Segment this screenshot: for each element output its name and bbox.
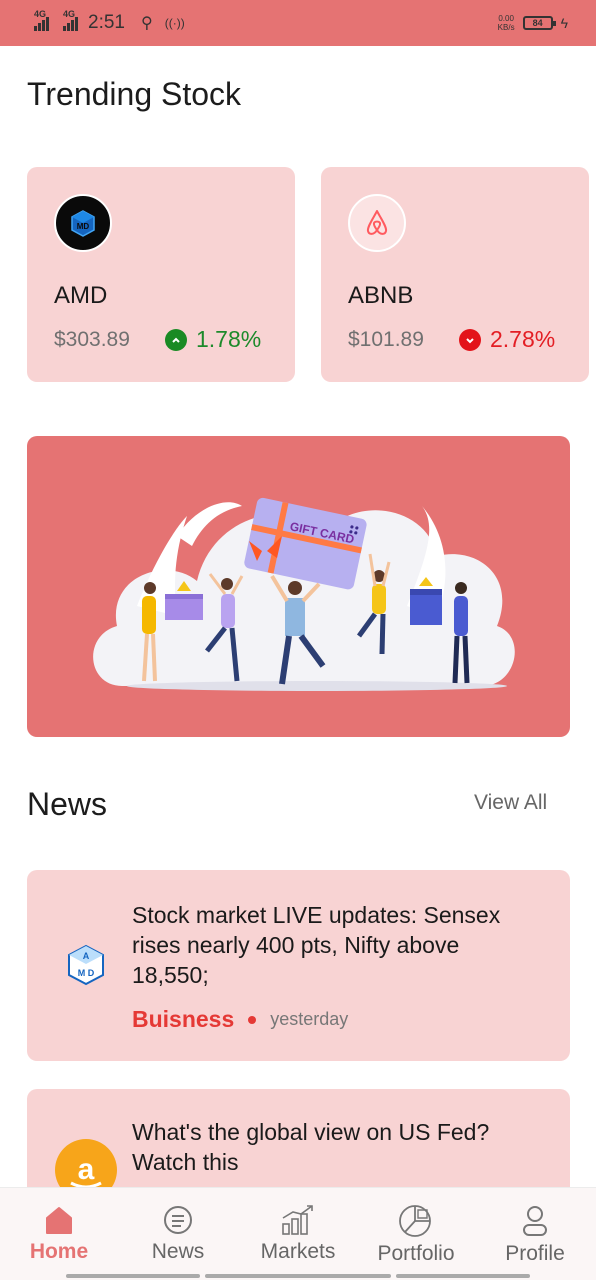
news-category: Buisness — [132, 1006, 235, 1032]
nav-home-label: Home — [29, 1240, 89, 1263]
hotspot-icon: ((·)) — [164, 16, 185, 30]
battery-level: 84 — [532, 18, 543, 28]
amd-cube-logo-icon: A M D — [67, 944, 105, 986]
network-type-label-2: 4G — [63, 9, 76, 19]
speed-unit: KB/s — [497, 23, 515, 32]
separator-dot — [248, 1015, 257, 1024]
stock-ticker: AMD — [54, 282, 108, 309]
nav-home[interactable]: Home — [4, 1204, 114, 1264]
news-title: What's the global view on US Fed? Watch … — [132, 1119, 490, 1175]
stock-price: $303.89 — [54, 328, 130, 351]
home-icon — [46, 1207, 72, 1234]
status-right: 0.00 KB/s 84 ϟ — [498, 14, 568, 32]
stock-change: 1.78% — [165, 326, 261, 353]
svg-text:MD: MD — [77, 222, 90, 231]
nav-portfolio-label: Portfolio — [377, 1242, 455, 1265]
bottom-navigation: Home News Markets Portfolio Profile — [0, 1187, 596, 1280]
view-all-link[interactable]: View All — [474, 791, 547, 815]
gesture-bar — [396, 1274, 530, 1278]
portfolio-icon — [399, 1205, 431, 1237]
profile-icon — [523, 1206, 547, 1236]
trending-title: Trending Stock — [27, 76, 242, 112]
amazon-logo-text: a — [78, 1153, 95, 1186]
nav-markets-label: Markets — [260, 1240, 336, 1263]
clock: 2:51 — [88, 12, 125, 33]
news-card[interactable]: A M D Stock market LIVE updates: Sensex … — [27, 870, 570, 1061]
stock-change: 2.78% — [459, 326, 555, 353]
signal-icon: 4G — [34, 9, 49, 31]
battery-icon: 84 — [522, 16, 556, 30]
news-meta: Buisness yesterday — [132, 1006, 348, 1033]
network-speed: 0.00 KB/s — [498, 14, 515, 32]
news-icon — [164, 1206, 192, 1234]
stock-ticker: ABNB — [348, 282, 414, 309]
nav-news[interactable]: News — [123, 1204, 233, 1264]
airbnb-logo-icon — [348, 194, 406, 252]
usb-icon: ⚲ — [140, 15, 153, 32]
nav-portfolio[interactable]: Portfolio — [361, 1204, 471, 1266]
arrow-up-icon — [165, 328, 187, 351]
svg-text:M D: M D — [78, 968, 95, 978]
news-title: Stock market LIVE updates: Sensex rises … — [132, 902, 501, 988]
news-time: yesterday — [270, 1009, 349, 1029]
amd-logo-icon: MD — [54, 194, 112, 252]
signal-icon-2: 4G — [63, 9, 78, 31]
markets-icon — [282, 1205, 313, 1235]
news-section-title: News — [27, 786, 108, 822]
status-bar: 4G 4G 2:51 ⚲ ((·)) 0.00 KB/s 84 ϟ — [0, 0, 596, 46]
stock-change-value: 1.78% — [196, 326, 262, 352]
nav-news-label: News — [151, 1240, 205, 1263]
stock-card-abnb[interactable]: ABNB $101.89 2.78% — [321, 167, 589, 382]
status-left: 4G 4G 2:51 ⚲ ((·)) — [34, 9, 185, 34]
speed-value: 0.00 — [498, 14, 514, 23]
stock-price: $101.89 — [348, 328, 424, 351]
arrow-down-icon — [459, 328, 481, 351]
nav-markets[interactable]: Markets — [243, 1204, 353, 1264]
gesture-bar — [66, 1274, 200, 1278]
nav-profile-label: Profile — [505, 1242, 565, 1265]
charging-icon: ϟ — [560, 15, 568, 31]
nav-profile[interactable]: Profile — [480, 1204, 590, 1266]
gift-card-illustration: GIFT CARD — [93, 497, 515, 691]
gift-card-banner[interactable]: GIFT CARD — [27, 436, 570, 737]
svg-text:A: A — [83, 951, 90, 961]
stock-card-amd[interactable]: MD AMD $303.89 1.78% — [27, 167, 295, 382]
network-type-label: 4G — [34, 9, 47, 19]
stock-change-value: 2.78% — [490, 326, 556, 352]
gesture-bar — [205, 1274, 391, 1278]
